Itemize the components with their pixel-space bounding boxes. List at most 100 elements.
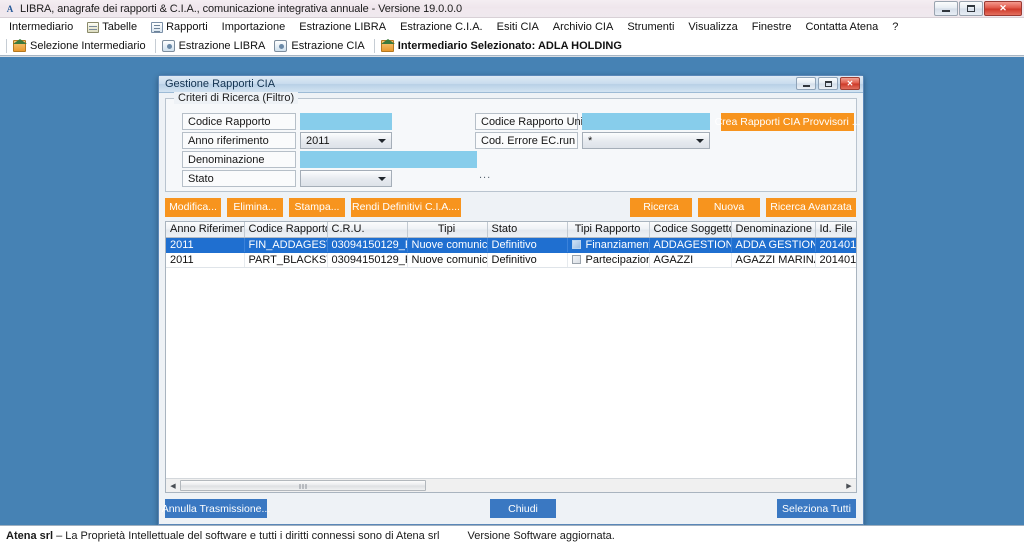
toolbar-intermediario-selezionato[interactable]: Intermediario Selezionato: ADLA HOLDING <box>378 39 628 53</box>
menu-estrazione-cia[interactable]: Estrazione C.I.A. <box>393 19 490 35</box>
toolbar-selezione-intermediario[interactable]: Selezione Intermediario <box>10 39 152 53</box>
disc-icon <box>161 40 175 52</box>
rapporti-table: Anno Riferimento Codice Rapporto C.R.U. … <box>166 222 856 268</box>
column-header-anno-riferimento[interactable]: Anno Riferimento <box>166 222 245 238</box>
checkbox-icon[interactable] <box>571 254 581 264</box>
cell-anno-riferimento: 2011 <box>166 237 245 253</box>
elimina-button[interactable]: Elimina... <box>227 198 283 217</box>
toolbar-separator <box>373 39 375 53</box>
rapporti-grid: Anno Riferimento Codice Rapporto C.R.U. … <box>165 221 857 493</box>
stampa-button[interactable]: Stampa... <box>289 198 345 217</box>
toolbar-label: Estrazione CIA <box>291 40 365 52</box>
scroll-track[interactable] <box>180 479 842 492</box>
modifica-button[interactable]: Modifica... <box>165 198 221 217</box>
checkbox-icon[interactable] <box>571 239 581 249</box>
cell-codice-soggetto: ADDAGESTIONI <box>649 237 732 253</box>
dialog-window-controls: ✕ <box>796 77 860 90</box>
menu-label: Tabelle <box>102 21 138 33</box>
column-header-codice-soggetto[interactable]: Codice Soggetto <box>649 222 732 238</box>
menu-label: Importazione <box>221 21 286 33</box>
column-header-tipi-rapporto[interactable]: Tipi Rapporto <box>567 222 650 238</box>
scroll-grip-icon <box>299 484 307 489</box>
column-header-cru[interactable]: C.R.U. <box>327 222 408 238</box>
crea-rapporti-cia-provvisori-button[interactable]: Crea Rapporti CIA Provvisori ... <box>715 113 860 131</box>
search-criteria-legend: Criteri di Ricerca (Filtro) <box>174 92 299 104</box>
grid-horizontal-scrollbar[interactable]: ◀ ▶ <box>166 478 856 492</box>
menu-label: Rapporti <box>166 21 208 33</box>
chevron-down-icon <box>378 139 386 143</box>
toolbar-estrazione-libra[interactable]: Estrazione LIBRA <box>159 39 272 53</box>
table-row[interactable]: 2011 FIN_ADDAGEST... 03094150129_FI... N… <box>166 237 856 253</box>
close-button[interactable]: ✕ <box>984 1 1022 16</box>
column-header-denominazione[interactable]: Denominazione <box>731 222 816 238</box>
input-codice-rapporto-unico[interactable] <box>582 113 710 130</box>
menu-tabelle[interactable]: Tabelle <box>80 19 144 35</box>
cell-cru: 03094150129_FI... <box>327 237 408 253</box>
label-denominazione: Denominazione <box>182 151 296 168</box>
nuova-button[interactable]: Nuova <box>698 198 760 217</box>
seleziona-tutti-button[interactable]: Seleziona Tutti <box>777 499 856 518</box>
table-row[interactable]: 2011 PART_BLACKST... 03094150129_P... Nu… <box>166 252 856 268</box>
toolbar-label: Selezione Intermediario <box>30 40 146 52</box>
ricerca-button[interactable]: Ricerca <box>630 198 692 217</box>
dialog-close-button[interactable]: ✕ <box>840 77 860 90</box>
menu-contatta-atena[interactable]: Contatta Atena <box>798 19 885 35</box>
menu-intermediario[interactable]: Intermediario <box>2 19 80 35</box>
label-codice-rapporto: Codice Rapporto <box>182 113 296 130</box>
menu-importazione[interactable]: Importazione <box>215 19 293 35</box>
toolbar-label: Intermediario Selezionato: ADLA HOLDING <box>397 40 622 52</box>
menu-label: Estrazione C.I.A. <box>400 21 483 33</box>
chiudi-button[interactable]: Chiudi <box>490 499 556 518</box>
minimize-button[interactable] <box>934 1 958 16</box>
label-cod-errore-ecrun: Cod. Errore EC.run <box>475 132 578 149</box>
cell-stato: Definitivo <box>487 237 568 253</box>
column-header-tipi[interactable]: Tipi <box>407 222 488 238</box>
cell-anno-riferimento: 2011 <box>166 252 245 268</box>
menu-finestre[interactable]: Finestre <box>745 19 799 35</box>
app-icon: A <box>6 3 14 14</box>
mdi-client-area: Gestione Rapporti CIA ✕ Criteri di Ricer… <box>0 56 1024 525</box>
input-denominazione[interactable] <box>300 151 477 168</box>
annulla-trasmissione-button[interactable]: Annulla Trasmissione... <box>162 499 270 518</box>
select-stato[interactable] <box>300 170 392 187</box>
menu-label: Estrazione LIBRA <box>299 21 387 33</box>
dialog-titlebar[interactable]: Gestione Rapporti CIA ✕ <box>159 76 863 93</box>
scroll-left-button[interactable]: ◀ <box>166 479 180 492</box>
cell-id-file-cia: 20140110000001 <box>815 237 856 253</box>
column-header-stato[interactable]: Stato <box>487 222 568 238</box>
chevron-down-icon <box>378 177 386 181</box>
menu-strumenti[interactable]: Strumenti <box>620 19 681 35</box>
menu-archivio-cia[interactable]: Archivio CIA <box>546 19 621 35</box>
cell-codice-rapporto: PART_BLACKST... <box>244 252 328 268</box>
scroll-thumb[interactable] <box>180 480 426 491</box>
dialog-footer: Annulla Trasmissione... Chiudi Seleziona… <box>162 499 857 518</box>
dialog-minimize-button[interactable] <box>796 77 816 90</box>
menu-esiti-cia[interactable]: Esiti CIA <box>490 19 546 35</box>
maximize-button[interactable] <box>959 1 983 16</box>
column-header-id-file-cia[interactable]: Id. File C.I.A. <box>815 222 856 238</box>
search-criteria-panel: Criteri di Ricerca (Filtro) Codice Rappo… <box>165 92 860 192</box>
menubar: Intermediario Tabelle Rapporti Importazi… <box>0 18 1024 37</box>
scroll-right-button[interactable]: ▶ <box>842 479 856 492</box>
select-anno-riferimento[interactable]: 2011 <box>300 132 392 149</box>
menu-rapporti[interactable]: Rapporti <box>144 19 215 35</box>
cell-tipi-rapporto-label: Partecipazioni <box>585 253 649 266</box>
column-header-codice-rapporto[interactable]: Codice Rapporto <box>244 222 328 238</box>
close-icon: ✕ <box>846 78 854 88</box>
menu-visualizza[interactable]: Visualizza <box>681 19 744 35</box>
select-anno-riferimento-value: 2011 <box>306 134 330 147</box>
menu-label: Strumenti <box>627 21 675 33</box>
select-cod-errore-ecrun[interactable]: * <box>582 132 710 149</box>
rendi-definitivi-cia-button[interactable]: Rendi Definitivi C.I.A.... <box>351 198 461 217</box>
dialog-maximize-button[interactable] <box>818 77 838 90</box>
menu-estrazione-libra[interactable]: Estrazione LIBRA <box>292 19 393 35</box>
cell-tipi-rapporto: Partecipazioni <box>567 252 650 268</box>
window-title: LIBRA, anagrafe dei rapporti & C.I.A., c… <box>20 2 463 15</box>
toolbar-estrazione-cia[interactable]: Estrazione CIA <box>271 39 370 53</box>
cell-codice-soggetto: AGAZZI <box>649 252 732 268</box>
house-icon <box>13 39 27 52</box>
menu-help[interactable]: ? <box>885 19 905 35</box>
input-codice-rapporto[interactable] <box>300 113 392 130</box>
disc-icon <box>274 40 288 52</box>
ricerca-avanzata-button[interactable]: Ricerca Avanzata <box>766 198 856 217</box>
